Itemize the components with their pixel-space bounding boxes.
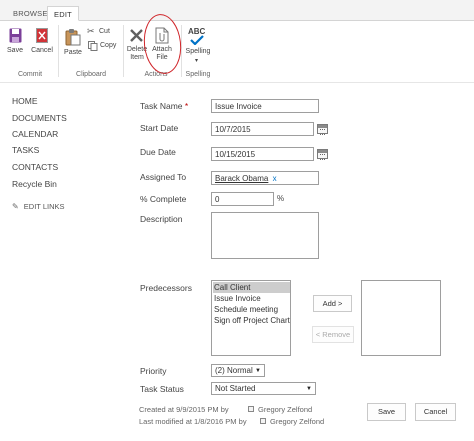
spelling-button[interactable]: ABC Spelling ▾ bbox=[184, 27, 212, 65]
delete-icon bbox=[130, 29, 143, 42]
nav-item-contacts[interactable]: CONTACTS bbox=[12, 162, 58, 172]
clipboard-icon bbox=[65, 29, 81, 46]
cancel-label: Cancel bbox=[31, 47, 53, 54]
chevron-down-icon: ▼ bbox=[306, 386, 312, 392]
assigned-person-name[interactable]: Barack Obama bbox=[215, 174, 268, 183]
paste-button[interactable]: Paste bbox=[62, 26, 84, 64]
cancel-form-button[interactable]: Cancel bbox=[415, 403, 456, 421]
edit-links-button[interactable]: ✎ EDIT LINKS bbox=[12, 202, 65, 211]
save-form-button[interactable]: Save bbox=[367, 403, 406, 421]
nav-item-home[interactable]: HOME bbox=[12, 96, 38, 106]
copy-label: Copy bbox=[100, 42, 117, 49]
person-presence-icon bbox=[248, 406, 254, 412]
modified-by-name[interactable]: Gregory Zelfond bbox=[270, 417, 324, 426]
start-date-field[interactable]: 10/7/2015 bbox=[211, 122, 314, 136]
remove-person-icon[interactable]: x bbox=[273, 174, 277, 183]
priority-label: Priority bbox=[140, 366, 167, 376]
person-presence-icon bbox=[260, 418, 266, 424]
save-icon bbox=[9, 28, 22, 43]
group-label-clipboard: Clipboard bbox=[76, 71, 106, 78]
paste-label: Paste bbox=[64, 49, 82, 56]
created-text: Created at 9/9/2015 PM bbox=[139, 405, 219, 414]
nav-item-documents[interactable]: DOCUMENTS bbox=[12, 113, 67, 123]
cancel-button[interactable]: Cancel bbox=[30, 28, 54, 64]
assigned-to-field[interactable]: Barack Obama x bbox=[211, 171, 319, 185]
checkmark-icon bbox=[190, 35, 204, 45]
ribbon-group-separator bbox=[58, 25, 59, 77]
list-item[interactable]: Sign off Project Chart bbox=[213, 315, 290, 326]
save-button[interactable]: Save bbox=[4, 28, 26, 64]
percent-complete-label: % Complete bbox=[140, 194, 187, 204]
due-date-label: Due Date bbox=[140, 147, 176, 157]
assigned-to-label: Assigned To bbox=[140, 172, 187, 182]
start-date-calendar-icon[interactable] bbox=[317, 124, 328, 135]
predecessors-label: Predecessors bbox=[140, 283, 192, 293]
created-info: Created at 9/9/2015 PM by bbox=[139, 405, 229, 414]
scissors-icon: ✂ bbox=[87, 26, 95, 36]
save-label: Save bbox=[7, 47, 23, 54]
modified-by-word: by bbox=[238, 417, 247, 426]
predecessors-available-list[interactable]: Call Client Issue Invoice Schedule meeti… bbox=[211, 280, 291, 356]
group-label-actions: Actions bbox=[144, 71, 168, 78]
task-name-label: Task Name * bbox=[140, 101, 188, 111]
tab-edit[interactable]: EDIT bbox=[47, 6, 79, 21]
priority-selected-value: (2) Normal bbox=[215, 366, 253, 375]
list-item[interactable]: Issue Invoice bbox=[213, 293, 290, 304]
modified-info: Last modified at 1/8/2016 PM by bbox=[139, 417, 247, 426]
edit-links-label: EDIT LINKS bbox=[23, 202, 65, 211]
created-by-name[interactable]: Gregory Zelfond bbox=[258, 405, 312, 414]
add-predecessor-button[interactable]: Add > bbox=[313, 295, 352, 312]
task-name-field[interactable]: Issue Invoice bbox=[211, 99, 319, 113]
group-label-commit: Commit bbox=[17, 71, 43, 78]
description-label: Description bbox=[140, 214, 183, 224]
priority-select[interactable]: (2) Normal ▼ bbox=[211, 364, 265, 377]
copy-button[interactable]: Copy bbox=[87, 41, 117, 52]
modified-text: Last modified at 1/8/2016 PM bbox=[139, 417, 237, 426]
cut-label: Cut bbox=[99, 28, 110, 35]
created-by-word: by bbox=[220, 405, 229, 414]
cut-button[interactable]: ✂ Cut bbox=[87, 26, 117, 38]
start-date-label: Start Date bbox=[140, 123, 179, 133]
list-item[interactable]: Call Client bbox=[213, 282, 290, 293]
pencil-icon: ✎ bbox=[12, 202, 19, 211]
cancel-icon bbox=[36, 28, 48, 43]
description-field[interactable] bbox=[211, 212, 319, 259]
list-item[interactable]: Schedule meeting bbox=[213, 304, 290, 315]
ribbon-bottom-border bbox=[0, 82, 474, 83]
chevron-down-icon: ▼ bbox=[255, 368, 261, 374]
spelling-label: Spelling bbox=[185, 48, 211, 55]
remove-predecessor-button[interactable]: < Remove bbox=[312, 326, 354, 343]
spelling-dropdown-icon: ▾ bbox=[195, 58, 199, 64]
task-name-label-text: Task Name bbox=[140, 101, 183, 111]
percent-complete-field[interactable]: 0 bbox=[211, 192, 274, 206]
group-label-spelling: Spelling bbox=[185, 71, 211, 78]
nav-item-recycle-bin[interactable]: Recycle Bin bbox=[12, 179, 57, 189]
due-date-calendar-icon[interactable] bbox=[317, 149, 328, 160]
required-marker: * bbox=[184, 101, 189, 111]
predecessors-selected-list[interactable] bbox=[361, 280, 441, 356]
percent-sign: % bbox=[277, 194, 285, 203]
task-status-label: Task Status bbox=[140, 384, 184, 394]
task-status-selected-value: Not Started bbox=[215, 384, 256, 393]
task-status-select[interactable]: Not Started ▼ bbox=[211, 382, 316, 395]
due-date-field[interactable]: 10/15/2015 bbox=[211, 147, 314, 161]
nav-item-calendar[interactable]: CALENDAR bbox=[12, 129, 58, 139]
copy-icon bbox=[88, 41, 98, 51]
nav-item-tasks[interactable]: TASKS bbox=[12, 145, 39, 155]
